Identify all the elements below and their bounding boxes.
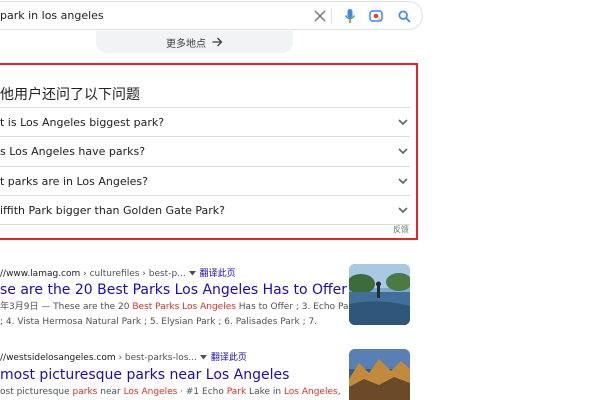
result-path: › culturefiles › best-p... (80, 269, 189, 279)
snippet-text: Lake in (246, 387, 284, 397)
snippet-highlight: Park (226, 387, 247, 397)
mic-icon[interactable] (340, 6, 360, 26)
snippet-text: — These are the 20 (38, 302, 133, 312)
question-text: s Los Angeles have parks? (0, 145, 146, 158)
search-icon[interactable] (394, 6, 414, 26)
snippet-highlight: Los Angeles (123, 387, 178, 397)
chevron-down-icon (398, 148, 408, 155)
result-snippet-line: ; 4. Vista Hermosa Natural Park ; 5. Ely… (0, 317, 318, 327)
menu-caret-icon[interactable] (199, 355, 207, 360)
more-places-label: 更多地点 (166, 38, 206, 50)
camera-lens-icon[interactable] (366, 6, 386, 26)
question-text: t is Los Angeles biggest park? (0, 116, 165, 129)
snippet-highlight: parks (72, 387, 98, 397)
divider (331, 8, 332, 24)
question-text: t parks are in Los Angeles? (0, 175, 148, 188)
translate-link[interactable]: 翻译此页 (200, 269, 236, 279)
divider (0, 224, 410, 225)
question-row[interactable]: s Los Angeles have parks? (0, 136, 410, 165)
snippet-highlight: Los Angeles (283, 387, 338, 397)
snippet-text: near (97, 387, 124, 397)
result-snippet-line: 年3月9日 — These are the 20 Best Parks Los … (0, 300, 357, 315)
result-cite: //www.lamag.com › culturefiles › best-p.… (0, 266, 236, 279)
snippet-text: · #1 Echo (177, 387, 227, 397)
question-row[interactable]: t parks are in Los Angeles? (0, 166, 410, 195)
result-date: 年3月9日 (0, 302, 39, 312)
clear-icon[interactable] (310, 6, 330, 26)
feedback-link[interactable]: 反馈 (393, 224, 409, 235)
result-thumbnail[interactable] (349, 264, 410, 325)
result-cite: //westsidelosangeles.com › best-parks-lo… (0, 350, 247, 363)
chevron-down-icon (398, 119, 408, 126)
result-domain[interactable]: //westsidelosangeles.com (0, 353, 116, 363)
arrow-right-icon (212, 37, 223, 47)
menu-caret-icon[interactable] (188, 271, 196, 276)
result-title[interactable]: most picturesque parks near Los Angeles (0, 367, 289, 383)
question-row[interactable]: iffith Park bigger than Golden Gate Park… (0, 195, 410, 224)
people-also-ask-title: 他用户还问了以下问题 (0, 87, 140, 103)
result-title[interactable]: se are the 20 Best Parks Los Angeles Has… (0, 282, 347, 298)
result-path: › best-parks-los... (115, 353, 200, 363)
snippet-text: ost picturesque (0, 387, 73, 397)
snippet-text: Has to Offer ; 3. Echo Park (235, 302, 358, 312)
translate-link[interactable]: 翻译此页 (211, 353, 247, 363)
search-input[interactable]: park in los angeles (0, 9, 104, 22)
snippet-text: , (337, 387, 341, 397)
result-snippet-line: ost picturesque parks near Los Angeles ·… (0, 385, 341, 400)
chevron-down-icon (398, 178, 408, 185)
more-places-button[interactable]: 更多地点 (96, 31, 293, 53)
result-domain[interactable]: //www.lamag.com (0, 269, 80, 279)
result-thumbnail[interactable] (349, 349, 410, 400)
question-row[interactable]: t is Los Angeles biggest park? (0, 107, 410, 136)
snippet-highlight: Best Parks Los Angeles (132, 302, 236, 312)
question-text: iffith Park bigger than Golden Gate Park… (0, 204, 226, 217)
chevron-down-icon (398, 207, 408, 214)
